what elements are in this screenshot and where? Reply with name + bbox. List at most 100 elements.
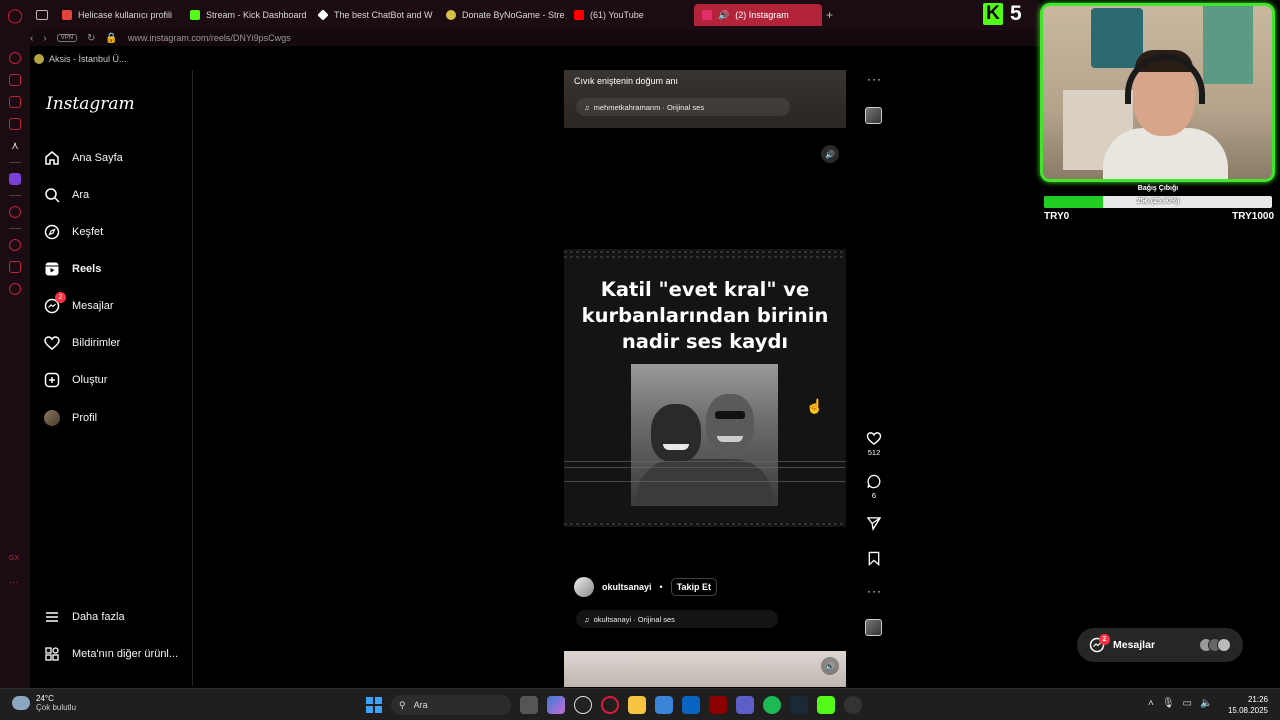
comment-icon <box>864 474 884 489</box>
instagram-sidebar: Instagram Ana Sayfa Ara Keşfet Reels 2 M… <box>30 70 193 686</box>
nav-more[interactable]: Daha fazla <box>44 607 125 627</box>
speaker-icon: 🔊 <box>718 9 730 20</box>
gx-icon[interactable]: GX <box>9 555 21 567</box>
like-button[interactable]: 512 <box>864 431 884 457</box>
tab-chatbot[interactable]: The best ChatBot and W <box>310 4 438 26</box>
gmail-icon[interactable] <box>9 118 21 130</box>
audio-pill[interactable]: ♫ mehmetkahramanm · Orijinal ses <box>576 98 790 116</box>
windows-start-icon[interactable] <box>366 697 382 713</box>
send-icon <box>864 516 884 531</box>
app-red-icon[interactable] <box>709 696 727 714</box>
reel-current[interactable]: Katil "evet kral" ve kurbanlarından biri… <box>564 249 846 527</box>
tab-helicase[interactable]: Helicase kullanıcı profili <box>54 4 182 26</box>
tab-kick-dashboard[interactable]: Stream - Kick Dashboard <box>182 4 310 26</box>
chevron-up-icon[interactable]: ˄ <box>1148 698 1154 709</box>
reel-previous[interactable]: Cıvık eniştenin doğum anı ♫ mehmetkahrama… <box>564 70 846 128</box>
opera-sidebar: ⋏ GX ··· <box>0 30 30 688</box>
audio-thumbnail[interactable] <box>865 107 882 124</box>
shopping-icon[interactable] <box>9 74 21 86</box>
pinboard-icon[interactable] <box>9 261 21 273</box>
audio-thumbnail[interactable] <box>865 619 882 636</box>
nav-notifications[interactable]: Bildirimler <box>44 333 120 353</box>
teams-icon[interactable] <box>736 696 754 714</box>
hand-cursor-icon: ☝ <box>806 398 824 414</box>
reel-overlay-title: Katil "evet kral" ve kurbanlarından biri… <box>581 278 829 353</box>
messenger-icon: 2 <box>44 292 66 314</box>
youtube-favicon-icon <box>574 10 584 20</box>
nav-profile[interactable]: Profil <box>44 408 97 428</box>
copilot-icon[interactable] <box>547 696 565 714</box>
more-side-icon[interactable]: ··· <box>9 577 21 589</box>
reels-icon <box>44 261 60 277</box>
twitch-icon[interactable] <box>9 173 21 185</box>
author-name[interactable]: okultsanayi <box>602 582 652 592</box>
chatgpt-icon[interactable] <box>574 696 592 714</box>
weather-widget[interactable]: 24°C Çok bulutlu <box>12 694 76 712</box>
clock[interactable]: 21:26 15.08.2025 <box>1224 694 1268 716</box>
vpn-badge[interactable]: VPN <box>56 34 78 42</box>
aria-icon[interactable]: ⋏ <box>9 140 21 152</box>
comment-button[interactable]: 6 <box>864 474 884 500</box>
reload-icon[interactable]: ↻ <box>87 33 95 44</box>
settings-app-icon[interactable] <box>844 696 862 714</box>
author-avatar[interactable] <box>574 577 594 597</box>
volume-icon[interactable]: 🔊 <box>821 145 839 163</box>
messenger-side-icon[interactable] <box>9 96 21 108</box>
store-icon[interactable] <box>655 696 673 714</box>
save-button[interactable] <box>864 551 884 566</box>
volume-tray-icon[interactable]: 🔈 <box>1200 698 1212 709</box>
opera-logo-icon[interactable]: ◯ <box>0 0 30 30</box>
more-options-icon[interactable]: ··· <box>867 72 882 86</box>
separator: • <box>659 582 663 592</box>
messages-pill-badge: 2 <box>1099 634 1110 645</box>
file-explorer-icon[interactable] <box>628 696 646 714</box>
player-icon[interactable] <box>9 206 21 218</box>
nav-messages[interactable]: 2 Mesajlar <box>44 292 114 316</box>
tab-youtube[interactable]: (61) YouTube <box>566 4 694 26</box>
chatbot-favicon-icon <box>317 9 329 21</box>
instagram-logo[interactable]: Instagram <box>46 94 135 114</box>
instagram-favicon-icon <box>702 10 712 20</box>
nav-meta-products[interactable]: Meta'nın diğer ürünl... <box>44 644 178 664</box>
home-icon <box>44 150 60 166</box>
forward-icon[interactable]: › <box>43 33 46 44</box>
tab-islands-icon[interactable] <box>36 10 48 20</box>
spotify-icon[interactable] <box>763 696 781 714</box>
microphone-icon[interactable]: 🎙 <box>1162 698 1175 709</box>
noise-line <box>564 251 846 253</box>
opera-gx-icon[interactable] <box>601 696 619 714</box>
share-button[interactable] <box>864 516 884 531</box>
steam-icon[interactable] <box>790 696 808 714</box>
plus-square-icon <box>44 372 60 388</box>
bookmark-icon <box>864 551 884 566</box>
url-field[interactable]: www.instagram.com/reels/DNYi9psCwgs <box>128 33 291 43</box>
nav-search[interactable]: Ara <box>44 185 89 205</box>
address-bar: ‹ › VPN ↻ 🔒 www.instagram.com/reels/DNYi… <box>30 30 1040 46</box>
tab-instagram[interactable]: 🔊 (2) Instagram <box>694 4 822 26</box>
task-view-icon[interactable] <box>520 696 538 714</box>
history-icon[interactable] <box>9 52 21 64</box>
new-tab-button[interactable]: + <box>826 8 833 22</box>
audio-pill[interactable]: ♫ okultsanayi · Orijinal ses <box>576 610 778 628</box>
donation-bar-title: Bağış Çıbığı <box>1137 185 1179 192</box>
volume-icon[interactable]: 🔊 <box>821 657 839 675</box>
tab-bynogame[interactable]: Donate ByNoGame - Stre <box>438 4 566 26</box>
compass-icon <box>44 224 60 240</box>
nav-create[interactable]: Oluştur <box>44 370 107 390</box>
clock-icon[interactable] <box>9 239 21 251</box>
follow-button[interactable]: Takip Et <box>670 578 718 596</box>
messages-pill[interactable]: 2 Mesajlar <box>1077 628 1243 662</box>
reel-next[interactable] <box>564 651 846 687</box>
bookmark-aksis[interactable]: Aksis - İstanbul Ü... <box>49 54 127 64</box>
kick-app-icon[interactable] <box>817 696 835 714</box>
outlook-icon[interactable] <box>682 696 700 714</box>
nav-home[interactable]: Ana Sayfa <box>44 148 123 168</box>
display-icon[interactable]: ▭ <box>1183 698 1192 709</box>
taskbar-search[interactable]: ⚲ Ara <box>391 695 511 715</box>
nav-explore[interactable]: Keşfet <box>44 222 103 242</box>
settings-icon[interactable] <box>9 283 21 295</box>
comment-count: 6 <box>871 491 877 500</box>
more-options-icon[interactable]: ··· <box>867 584 882 598</box>
back-icon[interactable]: ‹ <box>30 33 33 44</box>
nav-reels[interactable]: Reels <box>44 259 101 279</box>
